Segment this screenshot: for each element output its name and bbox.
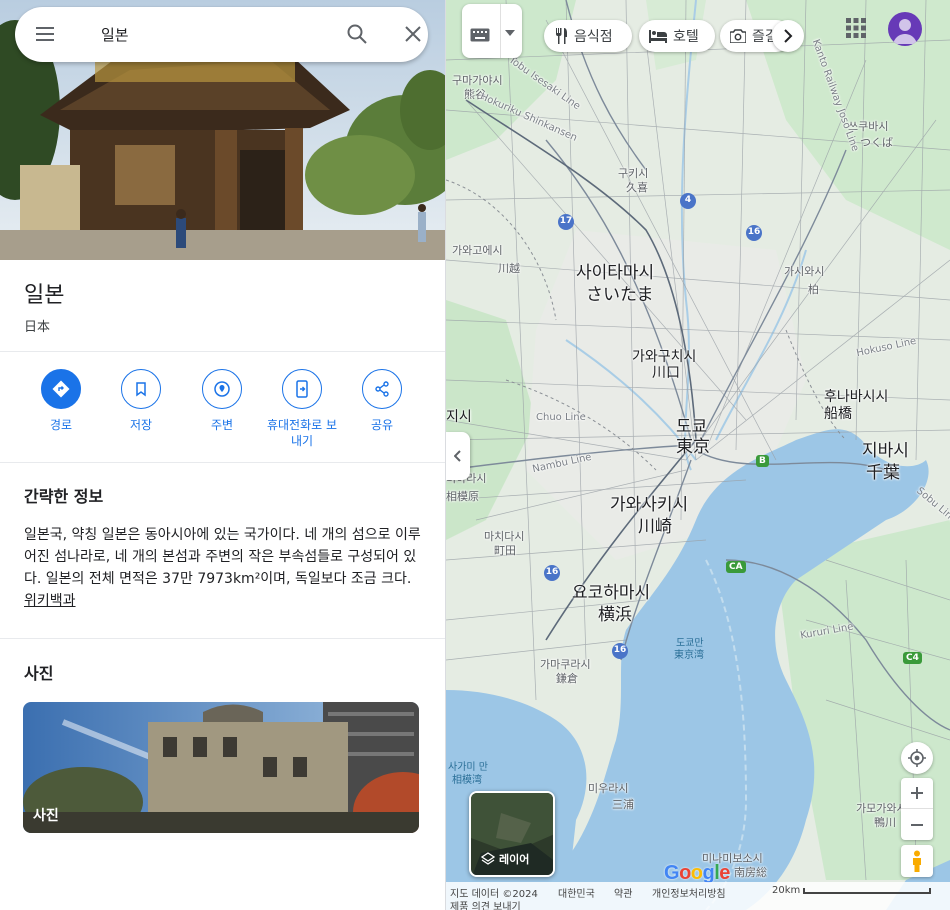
scale-label[interactable]: 20km (772, 885, 800, 896)
place-subtitle: 日本 (24, 320, 51, 335)
chip-restaurants-label: 음식점 (574, 29, 613, 45)
keyboard-icon (470, 28, 490, 42)
chips-next-button[interactable] (772, 20, 804, 52)
send-to-phone-icon (282, 369, 322, 409)
route-badge: CA (726, 561, 746, 573)
route-badge: 16 (544, 565, 560, 581)
chip-restaurants[interactable]: 음식점 (544, 20, 632, 52)
divider (0, 351, 445, 352)
camera-icon (730, 29, 746, 43)
photo-card-label: 사진 (33, 808, 59, 824)
save-label: 저장 (129, 418, 153, 432)
layers-label: 레이어 (499, 853, 530, 866)
scale-bar[interactable] (803, 888, 931, 894)
send-to-phone-label: 휴대전화로 보내기 (266, 418, 338, 448)
country-link[interactable]: 대한민국 (558, 885, 595, 900)
summary-text: 일본국, 약칭 일본은 동아시아에 있는 국가이다. 네 개의 섬으로 이루어진… (24, 524, 424, 612)
photo-card[interactable]: 사진 (23, 702, 419, 833)
layers-icon (481, 852, 495, 865)
section-title-photos: 사진 (24, 664, 54, 683)
search-box[interactable]: 일본 (15, 7, 428, 62)
apps-grid-icon[interactable] (844, 16, 868, 40)
avatar[interactable] (888, 12, 922, 46)
divider (500, 4, 501, 58)
minus-icon (911, 823, 923, 826)
close-icon[interactable] (401, 22, 425, 46)
my-location-button[interactable] (901, 742, 933, 774)
chevron-down-icon[interactable] (505, 30, 515, 36)
divider (0, 638, 445, 639)
summary-body: 일본국, 약칭 일본은 동아시아에 있는 국가이다. 네 개의 섬으로 이루어진… (24, 527, 421, 587)
route-badge: 16 (746, 225, 762, 241)
route-badge: 16 (612, 643, 628, 659)
route-badge: 4 (680, 193, 696, 209)
directions-icon (41, 369, 81, 409)
section-title-summary: 간략한 정보 (24, 487, 104, 506)
save-button[interactable]: 저장 (101, 369, 181, 433)
directions-button[interactable]: 경로 (21, 369, 101, 433)
chevron-left-icon (454, 450, 461, 462)
chip-hotels[interactable]: 호텔 (639, 20, 715, 52)
hotel-icon (649, 30, 667, 43)
send-to-phone-button[interactable]: 휴대전화로 보내기 (262, 369, 342, 449)
collapse-panel-button[interactable] (446, 432, 470, 480)
chip-hotels-label: 호텔 (673, 29, 699, 45)
search-icon[interactable] (345, 22, 369, 46)
privacy-link[interactable]: 개인정보처리방침 (652, 885, 726, 900)
wikipedia-link[interactable]: 위키백과 (24, 593, 76, 609)
input-tools-button[interactable] (462, 4, 522, 58)
street-view-button[interactable] (901, 845, 933, 877)
route-badge: 17 (558, 214, 574, 230)
route-badge: B (756, 455, 769, 467)
my-location-icon (908, 749, 926, 767)
map-canvas[interactable]: 사이타마시 さいたま 가와구치시 川口 도쿄 東京 가와사키시 川崎 요코하마시… (446, 0, 950, 910)
nearby-icon (202, 369, 242, 409)
feedback-link[interactable]: 제품 의견 보내기 (450, 898, 521, 910)
menu-icon[interactable] (33, 22, 57, 46)
zoom-in-button[interactable] (901, 778, 933, 809)
terms-link[interactable]: 약관 (614, 885, 632, 900)
route-badge: C4 (903, 652, 922, 664)
nearby-button[interactable]: 주변 (182, 369, 262, 433)
divider (0, 462, 445, 463)
map-footer: 지도 데이터 ©2024 대한민국 약관 개인정보처리방침 제품 의견 보내기 … (446, 882, 950, 910)
layers-label-group: 레이어 (481, 851, 529, 867)
zoom-out-button[interactable] (901, 809, 933, 840)
place-title: 일본 (24, 283, 65, 308)
pegman-icon (913, 850, 921, 872)
plus-icon (911, 787, 923, 799)
restaurant-icon (556, 28, 567, 44)
layers-button[interactable]: 레이어 (469, 791, 555, 877)
share-button[interactable]: 공유 (342, 369, 422, 433)
share-label: 공유 (370, 418, 394, 432)
nearby-label: 주변 (210, 418, 234, 432)
share-icon (362, 369, 402, 409)
chevron-right-icon (784, 29, 793, 43)
search-input[interactable]: 일본 (101, 24, 129, 45)
user-icon (893, 19, 917, 44)
place-panel: 일본 일본 日本 경로 저장 주변 휴대전화로 보내기 공유 간략한 정보 일본… (0, 0, 446, 910)
bookmark-icon (121, 369, 161, 409)
zoom-control (901, 778, 933, 840)
directions-label: 경로 (49, 418, 73, 432)
